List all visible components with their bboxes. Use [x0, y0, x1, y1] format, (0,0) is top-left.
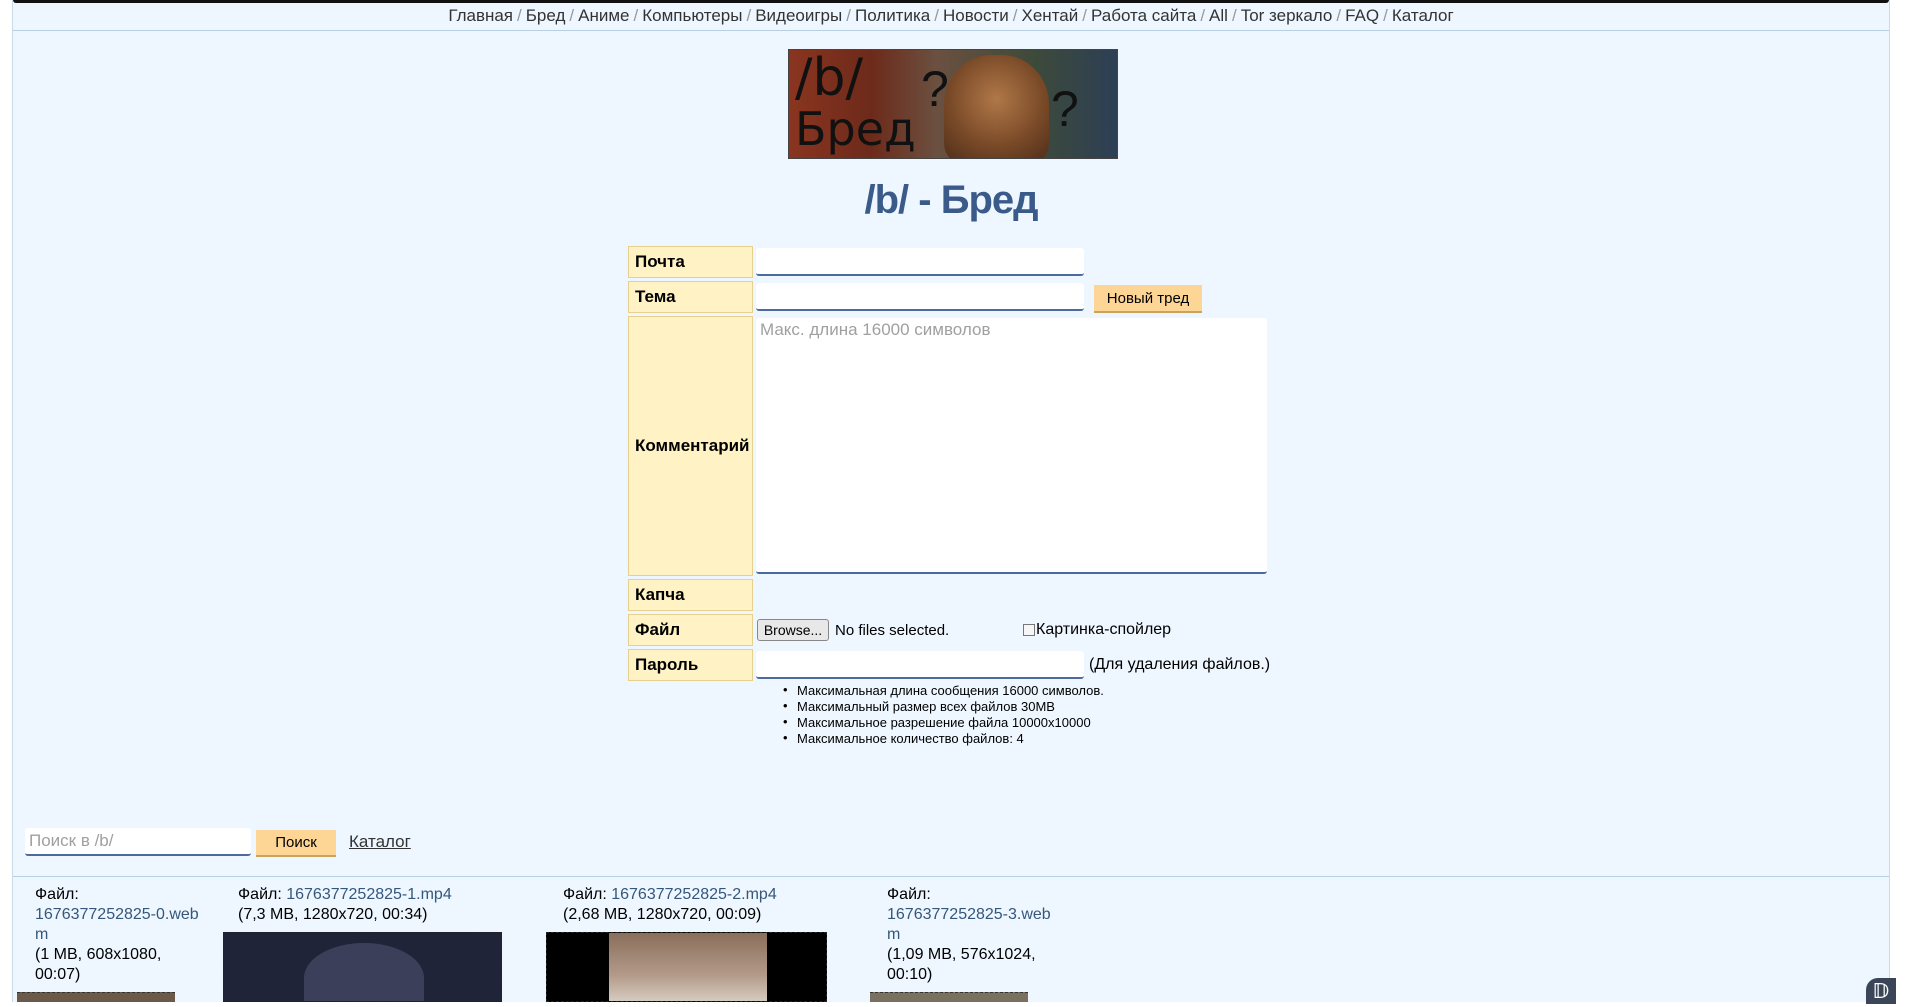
search-button[interactable]: Поиск [256, 830, 336, 857]
page-frame: Главная / Бред / Аниме / Компьютеры / Видеоигры /… [12, 0, 1890, 1002]
file-meta: (2,68 MB, 1280x720, 00:09) [563, 906, 762, 923]
nav-faq[interactable]: FAQ [1345, 6, 1379, 25]
file-name-link[interactable]: 1676377252825-3.web [887, 906, 1051, 923]
rule-item: Максимальное количество файлов: 4 [783, 730, 1104, 747]
email-label: Почта [628, 246, 753, 278]
nav-politics[interactable]: Политика [855, 6, 930, 25]
banner-board-code: /b/ [795, 49, 864, 108]
banner-question-mark: ? [1051, 81, 1079, 137]
no-files-text: No files selected. [835, 622, 950, 639]
new-thread-button[interactable]: Новый тред [1094, 285, 1202, 313]
file-info: Файл: 1676377252825-1.mp4 (7,3 MB, 1280x… [238, 885, 452, 925]
file-thumbnail[interactable] [17, 992, 175, 1002]
spoiler-label: Картинка-спойлер [1036, 621, 1172, 638]
top-navbar: Главная / Бред / Аниме / Компьютеры / Видеоигры /… [13, 0, 1889, 31]
file-name-link[interactable]: 1676377252825-1.mp4 [286, 886, 451, 903]
captcha-label: Капча [628, 579, 753, 611]
board-nav: Главная / Бред / Аниме / Компьютеры / Видеоигры /… [448, 6, 1454, 25]
file-name-link[interactable]: 1676377252825-2.mp4 [611, 886, 776, 903]
file-label: Файл: [35, 886, 79, 903]
nav-site-work[interactable]: Работа сайта [1091, 6, 1196, 25]
file-name-link[interactable]: 1676377252825-0.web [35, 906, 199, 923]
rule-item: Максимальное разрешение файла 10000x1000… [783, 714, 1104, 731]
thumbnail-figure [304, 943, 424, 1001]
file-meta: (7,3 MB, 1280x720, 00:34) [238, 906, 428, 923]
file-info: Файл: 1676377252825-3.web m (1,09 MB, 57… [887, 885, 1067, 985]
file-label: Файл: [887, 886, 931, 903]
file-meta: 00:07) [35, 966, 81, 983]
rule-item: Максимальная длина сообщения 16000 симво… [783, 682, 1104, 699]
file-thumbnail[interactable] [223, 932, 502, 1002]
rule-item: Максимальный размер всех файлов 30MB [783, 698, 1104, 715]
banner-question-mark: ? [921, 61, 949, 117]
comment-textarea[interactable] [756, 318, 1267, 574]
nav-home[interactable]: Главная [448, 6, 513, 25]
nav-b[interactable]: Бред [526, 6, 566, 25]
board-title: /b/ - Бред [864, 178, 1038, 222]
file-info: Файл: 1676377252825-0.web m (1 MB, 608x1… [35, 885, 215, 985]
nav-all[interactable]: All [1209, 6, 1228, 25]
email-field[interactable] [756, 248, 1084, 276]
subject-field[interactable] [756, 283, 1084, 311]
banner-creature-image [944, 55, 1049, 158]
file-name-link[interactable]: m [35, 926, 48, 943]
file-label: Файл [628, 614, 753, 646]
nav-computers[interactable]: Компьютеры [642, 6, 742, 25]
thumbnail-figure [609, 933, 767, 1001]
nav-videogames[interactable]: Видеоигры [755, 6, 842, 25]
file-name-link[interactable]: m [887, 926, 900, 943]
nav-anime[interactable]: Аниме [578, 6, 629, 25]
dc-icon[interactable]: 𝔻 [1866, 978, 1896, 1004]
nav-news[interactable]: Новости [943, 6, 1009, 25]
subject-label: Тема [628, 281, 753, 313]
comment-label: Комментарий [628, 316, 753, 576]
catalog-link[interactable]: Каталог [349, 832, 411, 852]
file-info: Файл: 1676377252825-2.mp4 (2,68 MB, 1280… [563, 885, 777, 925]
file-meta: (1 MB, 608x1080, [35, 946, 162, 963]
file-thumbnail[interactable] [870, 992, 1028, 1002]
nav-tor-mirror[interactable]: Tor зеркало [1241, 6, 1333, 25]
board-banner: /b/ Бред ? ? [788, 49, 1118, 159]
browse-button[interactable]: Browse... [757, 619, 829, 641]
file-thumbnail[interactable] [546, 932, 827, 1002]
search-input[interactable] [25, 828, 251, 856]
banner-board-name: Бред [795, 102, 916, 156]
posting-rules: Максимальная длина сообщения 16000 симво… [783, 682, 1104, 747]
divider [13, 876, 1889, 877]
spoiler-checkbox[interactable] [1023, 624, 1035, 636]
file-label: Файл: [238, 886, 282, 903]
file-label: Файл: [563, 886, 607, 903]
nav-catalog[interactable]: Каталог [1392, 6, 1454, 25]
file-meta: (1,09 MB, 576x1024, [887, 946, 1036, 963]
file-meta: 00:10) [887, 966, 933, 983]
password-hint: (Для удаления файлов.) [1089, 656, 1271, 673]
password-field[interactable] [756, 651, 1084, 679]
password-label: Пароль [628, 649, 753, 681]
nav-hentai[interactable]: Хентай [1022, 6, 1079, 25]
